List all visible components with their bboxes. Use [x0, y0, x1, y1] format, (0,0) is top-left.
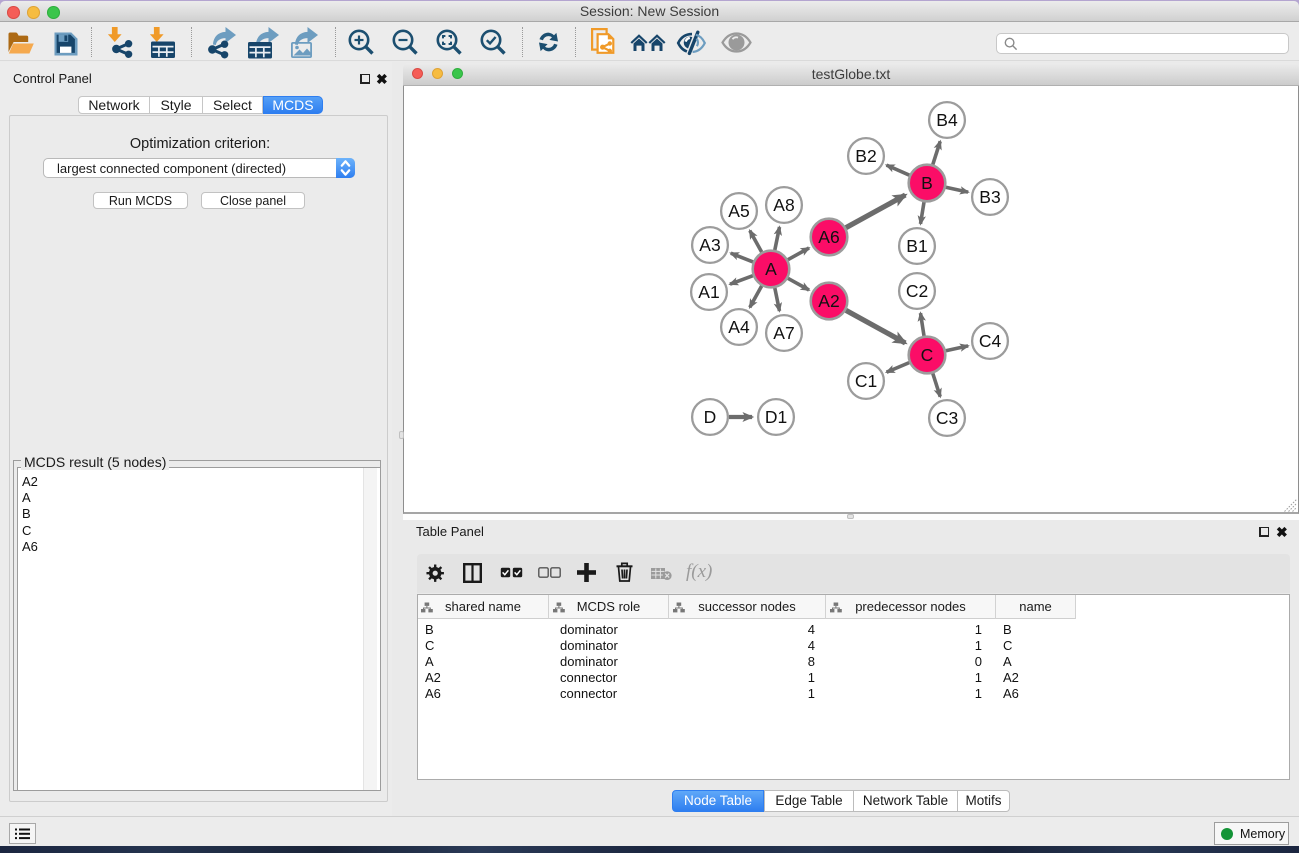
svg-text:B4: B4	[936, 110, 958, 130]
svg-text:A2: A2	[818, 291, 839, 311]
svg-text:A3: A3	[699, 235, 720, 255]
svg-text:B: B	[921, 173, 933, 193]
svg-text:C1: C1	[855, 371, 877, 391]
svg-text:C4: C4	[979, 331, 1002, 351]
svg-text:D1: D1	[765, 407, 787, 427]
svg-text:A5: A5	[728, 201, 749, 221]
svg-text:A7: A7	[773, 323, 794, 343]
svg-text:B1: B1	[906, 236, 927, 256]
svg-text:B2: B2	[855, 146, 876, 166]
svg-text:A1: A1	[698, 282, 719, 302]
svg-text:A6: A6	[818, 227, 839, 247]
svg-text:C: C	[921, 345, 934, 365]
svg-text:C3: C3	[936, 408, 958, 428]
svg-text:B3: B3	[979, 187, 1000, 207]
svg-text:A: A	[765, 259, 777, 279]
svg-text:A8: A8	[773, 195, 794, 215]
svg-text:C2: C2	[906, 281, 928, 301]
svg-text:A4: A4	[728, 317, 750, 337]
svg-text:D: D	[704, 407, 717, 427]
